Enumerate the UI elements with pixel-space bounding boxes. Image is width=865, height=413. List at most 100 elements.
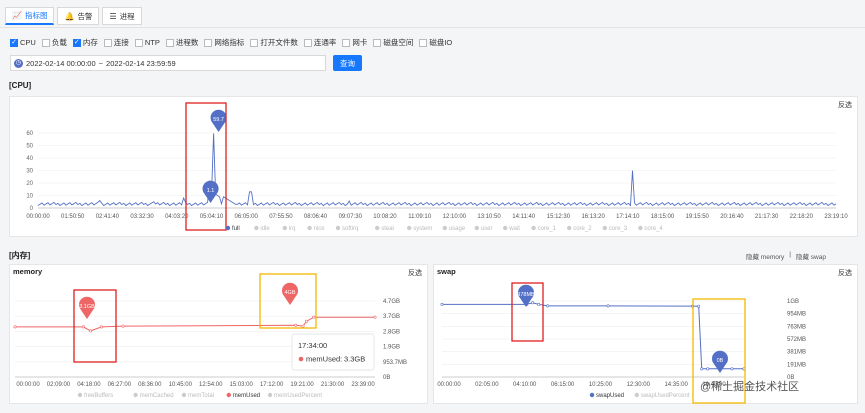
swap-point [730,367,734,371]
legend-dot [181,392,187,398]
unchecked-box-icon [165,38,174,47]
cpu-legend-item: softirq [342,226,358,232]
cpu-x-tick: 20:16:40 [720,214,744,220]
memory-y-tick: 953.7MB [383,360,407,366]
legend-dot [602,225,607,231]
memory-point [81,325,85,329]
memory-x-tick: 23:39:00 [351,382,375,388]
metric-checkbox-5[interactable]: 进程数 [165,37,198,48]
cpu-x-tick: 11:09:10 [408,214,432,220]
cpu-x-tick: 22:18:20 [790,214,814,220]
metric-checkbox-10[interactable]: 磁盘空间 [373,37,413,48]
cpu-chart: 60 50 40 30 20 10 0 00:00:00 01:50:50 02:41:40 03:… [26,102,848,232]
metric-checkbox-1[interactable]: 负载 [41,37,67,48]
legend-dot [226,392,231,398]
legend-dot [254,225,259,231]
unchecked-box-icon [250,38,259,47]
hide-swap-link[interactable]: 隐藏 swap [796,251,826,261]
metric-checkbox-6[interactable]: 网络指标 [204,37,244,48]
memory-tooltip-time: 17:34:00 [298,341,327,350]
memory-legend-item: memUsedPercent [274,393,322,399]
memory-x-tick: 17:12:00 [260,382,284,388]
legend-dot [442,225,447,231]
memory-point [312,315,316,319]
swap-point [537,302,541,306]
query-button[interactable]: 查询 [333,55,362,71]
metric-checkbox-8[interactable]: 连通率 [303,37,337,48]
metric-label: NTP [144,38,160,47]
date-range-picker[interactable]: ◷ 2022-02-14 00:00:00 ~ 2022-02-14 23:59… [10,55,326,71]
cpu-x-tick: 21:17:30 [755,214,779,220]
date-start: 2022-02-14 00:00:00 [26,58,96,68]
metric-checkbox-7[interactable]: 打开文件数 [250,37,298,48]
legend-dot [77,392,83,398]
memory-point [305,319,309,323]
swap-max-marker-label: 978MB [517,292,535,298]
tab-bar: 📈 指标图 🔔 告警 ☰ 进程 [5,7,142,27]
memory-x-tick: 15:03:00 [230,382,254,388]
legend-dot [503,225,508,231]
metric-label: 打开文件数 [260,38,298,47]
cpu-y-tick: 10 [26,194,33,200]
memory-used-line [15,316,375,332]
swap-x-tick: 14:35:00 [664,382,688,388]
metric-checkbox-2[interactable]: ✓ 内存 [72,37,98,48]
metric-label: 连通率 [313,38,337,47]
cpu-legend-item: usage [449,226,466,232]
unchecked-box-icon [134,38,143,47]
cpu-y-tick: 50 [26,144,33,150]
cpu-x-tick: 23:19:10 [824,214,848,220]
cpu-x-tick: 01:50:50 [61,214,85,220]
swap-x-tick: 02:05:00 [475,382,499,388]
cpu-x-tick: 14:11:40 [512,214,536,220]
tab-processes[interactable]: ☰ 进程 [102,7,142,25]
cpu-x-tick: 17:14:10 [616,214,640,220]
cpu-x-tick: 18:15:00 [651,214,675,220]
chart-icon: 📈 [12,11,22,20]
memory-x-tick: 02:09:00 [47,382,71,388]
metric-label: 网卡 [352,38,368,47]
list-icon: ☰ [109,11,117,21]
cpu-x-tick: 12:10:00 [443,214,467,220]
metric-checkbox-0[interactable]: ✓ CPU [10,38,36,47]
legend-dot [474,225,479,231]
swap-point [697,304,701,308]
cpu-legend-item: nice [314,226,326,232]
legend-dot [567,225,572,231]
memory-x-tick: 21:30:00 [321,382,345,388]
cpu-section-heading: [CPU] [9,81,32,90]
metric-label: 磁盘空间 [383,38,414,47]
swap-legend-item: swapUsed [596,393,624,399]
memory-x-tick: 00:00:00 [16,382,40,388]
swap-y-tick: 381MB [787,350,806,356]
metric-checkbox-11[interactable]: 磁盘IO [419,37,452,48]
cpu-x-tick: 06:05:00 [234,214,258,220]
tab-alerts[interactable]: 🔔 告警 [57,7,100,25]
metric-checkbox-3[interactable]: 连接 [103,37,129,48]
memory-y-tick: 0B [383,375,390,381]
tab-metrics-chart[interactable]: 📈 指标图 [5,7,55,25]
metric-label: 连接 [113,38,129,47]
legend-dot [531,225,536,231]
swap-point [706,367,710,371]
tab-divider [0,27,865,28]
metric-checkbox-group: ✓ CPU 负载 ✓ 内存 连接 NTP 进程数 网络指标 打开文件数 连通率 网卡 磁盘空间 磁盘IO [10,37,452,48]
cpu-min-marker-label: 1.1 [207,188,215,194]
legend-dot [225,225,231,231]
swap-point [440,302,444,306]
cpu-x-tick: 02:41:40 [96,214,120,220]
swap-x-tick: 00:00:00 [437,382,461,388]
cpu-y-tick: 30 [26,169,33,175]
cpu-legend-item: idle [260,226,270,232]
clock-icon: ◷ [14,58,23,68]
memory-legend-item: memUsed [233,393,260,399]
hide-memory-link[interactable]: 隐藏 memory [746,251,784,261]
metric-checkbox-9[interactable]: 网卡 [342,37,367,48]
memory-point [13,325,17,329]
cpu-x-tick: 00:00:00 [26,214,50,220]
legend-dot [407,225,412,231]
metric-checkbox-4[interactable]: NTP [134,38,160,47]
date-separator: ~ [98,58,104,68]
memory-point [121,324,125,328]
unchecked-box-icon [41,38,50,47]
